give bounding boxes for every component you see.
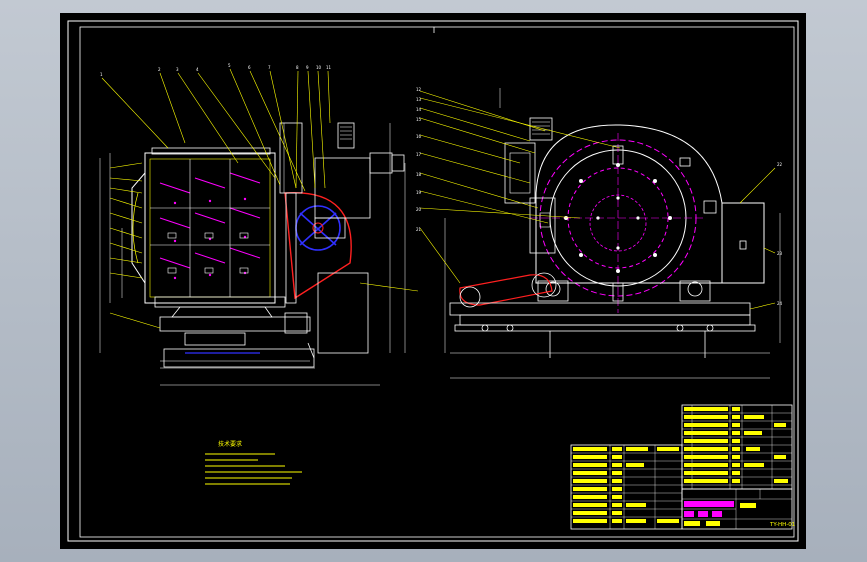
svg-text:24: 24	[777, 301, 783, 306]
drawing-number: TY-HH-01	[769, 522, 795, 528]
svg-text:7: 7	[268, 65, 271, 70]
cad-viewport[interactable]: 123 456 789 10 11 12 13 14 15 16 17 18 1…	[60, 13, 806, 549]
svg-text:3: 3	[176, 67, 179, 72]
left-section-view: 12 3 45 6 789 10 11	[99, 63, 419, 386]
svg-text:11: 11	[326, 65, 332, 70]
parts-list-table: TY-HH-01	[570, 404, 795, 530]
svg-text:12: 12	[416, 87, 422, 92]
svg-text:16: 16	[416, 134, 422, 139]
svg-text:22: 22	[777, 162, 783, 167]
svg-text:19: 19	[416, 190, 422, 195]
svg-text:18: 18	[416, 172, 422, 177]
svg-text:14: 14	[416, 107, 422, 112]
svg-text:15: 15	[416, 117, 422, 122]
svg-text:13: 13	[416, 97, 422, 102]
svg-text:5: 5	[228, 63, 231, 68]
svg-text:8: 8	[296, 65, 299, 70]
svg-text:4: 4	[196, 67, 199, 72]
svg-text:23: 23	[777, 251, 783, 256]
svg-text:17: 17	[416, 152, 422, 157]
right-front-view: 12 13 14 15 16 17 18 19 20 21 22 23 24	[416, 87, 783, 379]
notes-header: 技术要求	[218, 440, 242, 448]
svg-text:1: 1	[100, 72, 103, 77]
svg-text:20: 20	[416, 207, 422, 212]
svg-text:9: 9	[306, 65, 309, 70]
inner-border	[79, 26, 795, 538]
svg-text:10: 10	[316, 65, 322, 70]
cad-drawing: 12 3 45 6 789 10 11 121314 151617 181920…	[67, 20, 799, 542]
svg-text:2: 2	[158, 67, 161, 72]
svg-text:6: 6	[248, 65, 251, 70]
technical-notes: 技术要求	[205, 440, 302, 485]
svg-text:21: 21	[416, 227, 422, 232]
